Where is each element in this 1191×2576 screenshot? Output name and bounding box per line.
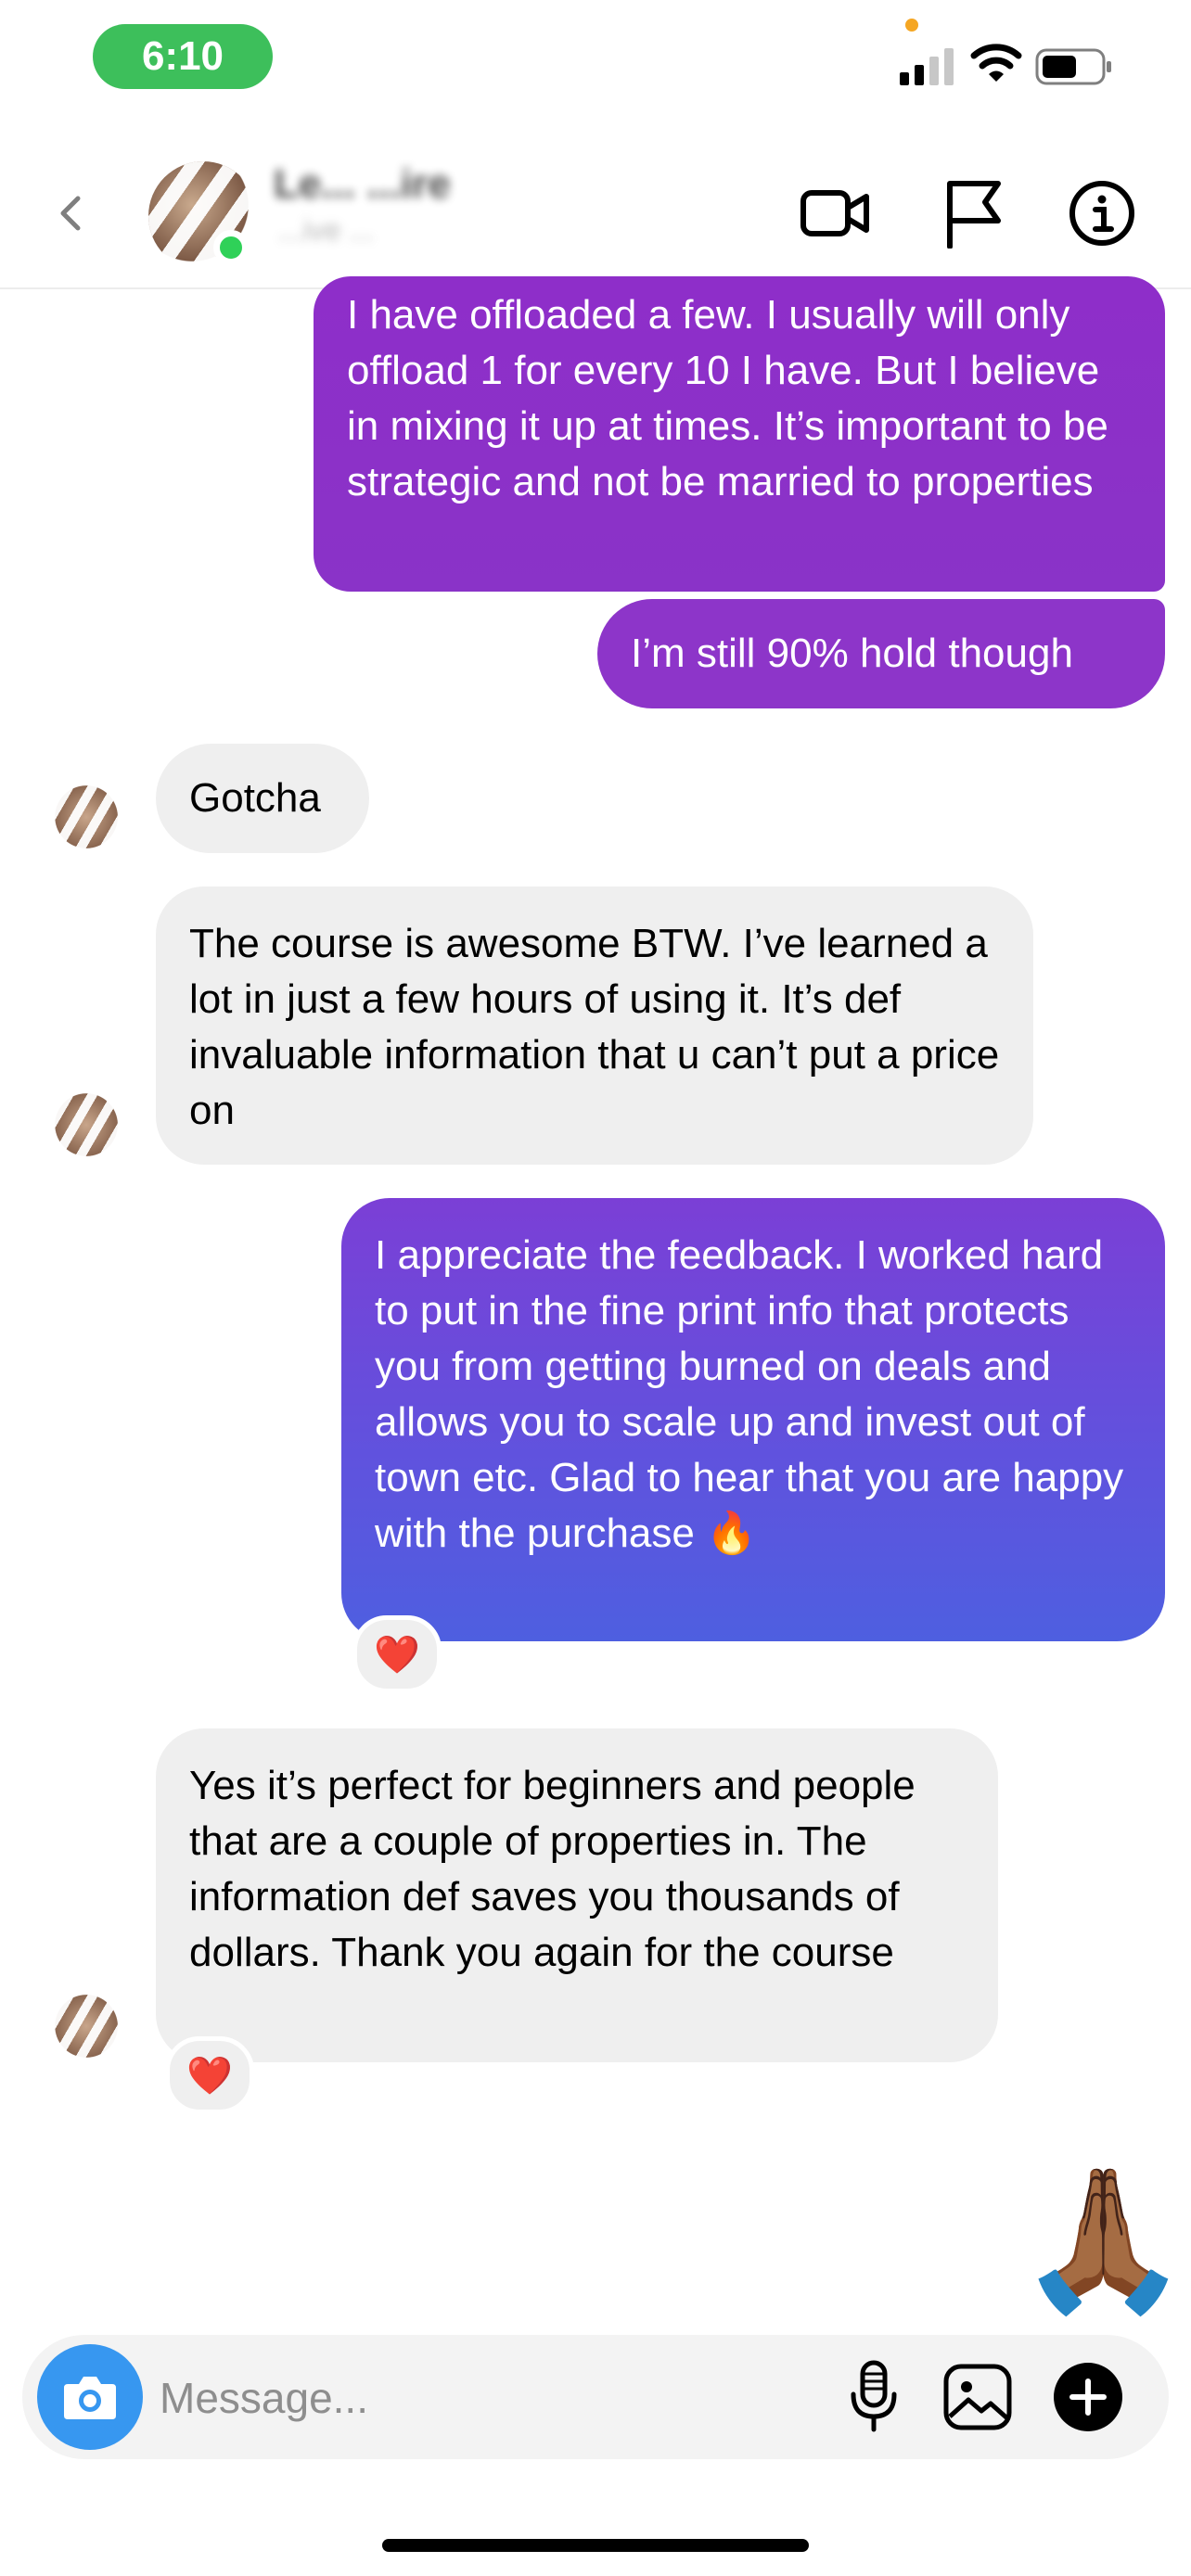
incoming-message[interactable]: Yes it’s perfect for beginners and peopl…: [156, 1728, 998, 2062]
status-time: 6:10: [93, 24, 273, 89]
heart-reaction[interactable]: ❤️: [165, 2036, 254, 2114]
gallery-icon[interactable]: [942, 2363, 1013, 2431]
praying-hands-emoji-message[interactable]: 🙏🏾: [1017, 2161, 1190, 2318]
plus-icon[interactable]: [1052, 2361, 1124, 2433]
privacy-indicator-dot: [905, 19, 918, 32]
info-icon[interactable]: [1069, 180, 1135, 247]
status-bar: 6:10: [0, 0, 1191, 121]
camera-button[interactable]: [37, 2344, 143, 2450]
sender-avatar[interactable]: [45, 779, 121, 855]
heart-reaction[interactable]: ❤️: [352, 1615, 442, 1693]
video-camera-icon[interactable]: [800, 178, 870, 249]
microphone-icon[interactable]: [846, 2359, 902, 2435]
contact-subtitle: ...ive ...: [278, 213, 375, 247]
message-input[interactable]: [158, 2363, 811, 2433]
wifi-icon: [970, 44, 1022, 82]
online-status-dot: [213, 230, 249, 265]
chevron-left-icon[interactable]: [56, 195, 83, 232]
incoming-message[interactable]: The course is awesome BTW. I’ve learned …: [156, 886, 1033, 1165]
camera-icon: [64, 2377, 116, 2419]
cellular-signal-icon: [900, 48, 954, 85]
outgoing-message[interactable]: I appreciate the feedback. I worked hard…: [341, 1198, 1165, 1641]
home-indicator[interactable]: [382, 2539, 809, 2552]
outgoing-message[interactable]: I have offloaded a few. I usually will o…: [314, 276, 1165, 592]
battery-icon: [1035, 48, 1111, 85]
chat-header: Le... ...ire ...ive ...: [0, 121, 1191, 289]
outgoing-message[interactable]: I’m still 90% hold though: [597, 599, 1165, 708]
message-composer: [22, 2335, 1169, 2459]
contact-name[interactable]: Le... ...ire: [274, 161, 451, 208]
sender-avatar[interactable]: [45, 1087, 121, 1163]
incoming-message[interactable]: Gotcha: [156, 744, 369, 853]
sender-avatar[interactable]: [45, 1988, 121, 2064]
flag-icon[interactable]: [942, 178, 1004, 249]
